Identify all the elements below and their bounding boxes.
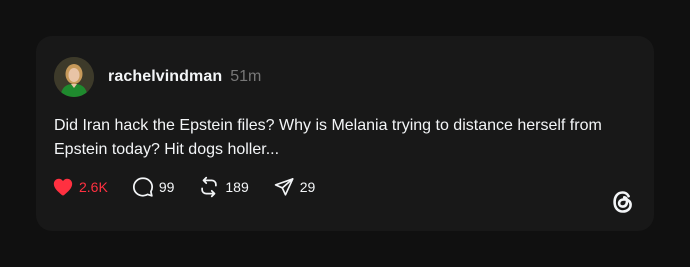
avatar-image: [54, 57, 94, 97]
post-text-line-1: Did Iran hack the Epstein files? Why is …: [54, 117, 602, 134]
post-timestamp[interactable]: 51m: [230, 68, 261, 86]
post-header: rachelvindman 51m: [54, 56, 261, 98]
post-actions: 2.6K 99 189 29: [52, 176, 339, 198]
post-card[interactable]: rachelvindman 51m Did Iran hack the Epst…: [36, 36, 654, 231]
repost-arrows-icon: [201, 176, 218, 198]
repost-button[interactable]: 189: [198, 176, 249, 198]
avatar[interactable]: [54, 57, 94, 97]
like-button[interactable]: 2.6K: [52, 176, 108, 198]
comment-button[interactable]: 99: [132, 176, 175, 198]
send-paper-plane-icon: [274, 178, 294, 196]
comment-count: 99: [158, 179, 175, 195]
threads-logo-icon[interactable]: [609, 188, 637, 216]
share-count: 29: [299, 179, 316, 195]
comment-bubble-icon: [132, 177, 153, 197]
repost-count: 189: [225, 179, 249, 195]
heart-filled-icon: [53, 178, 73, 196]
username[interactable]: rachelvindman: [108, 68, 222, 86]
post-text: Did Iran hack the Epstein files? Why is …: [54, 114, 644, 162]
like-count: 2.6K: [79, 179, 108, 195]
share-button[interactable]: 29: [273, 176, 316, 198]
post-text-line-2: Epstein today? Hit dogs holler...: [54, 141, 280, 158]
